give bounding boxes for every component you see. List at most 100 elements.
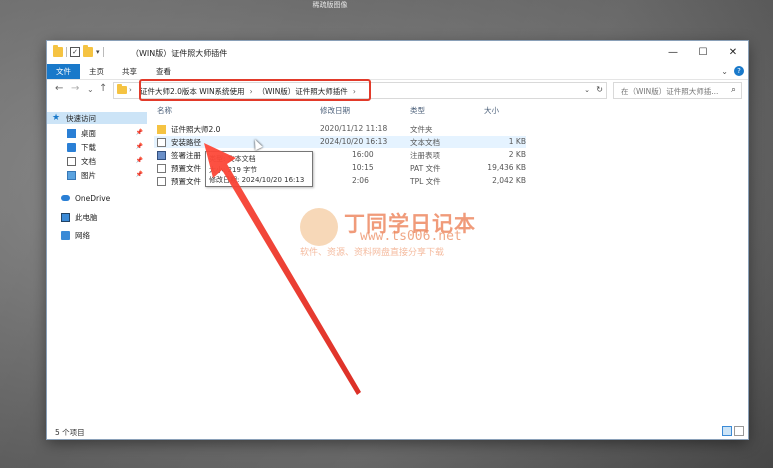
sidebar-item-network[interactable]: 网络 [47,229,147,241]
file-date: 2020/11/12 11:18 [320,124,388,133]
close-button[interactable]: ✕ [718,41,748,63]
watermark: 丁同学日记本 www.ts006.net 软件、资源、资料网盘直接分享下载 [300,208,480,258]
sidebar-item-pictures[interactable]: 图片 📌 [47,169,147,181]
file-tooltip: 类型: 文本文档 大小: 219 字节 修改日期: 2024/10/20 16:… [205,151,313,187]
ribbon-right: ⌄ ? [721,66,744,76]
quick-access-toolbar: ✓ ▾ [53,45,104,58]
maximize-button[interactable]: ☐ [688,41,718,63]
tab-view[interactable]: 查看 [147,64,180,79]
tooltip-type: 类型: 文本文档 [209,155,256,163]
search-input[interactable]: 在（WIN版）证件照大师插... [621,86,721,97]
up-arrow-icon[interactable]: ↑ [99,83,107,94]
file-row[interactable]: 证件照大师2.0 2020/11/12 11:18 文件夹 [154,123,526,135]
tpl-file-icon [157,177,166,186]
pin-icon[interactable]: 📌 [136,129,143,136]
tab-home[interactable]: 主页 [80,64,113,79]
pin-icon[interactable]: 📌 [136,171,143,178]
file-date: 10:15 [352,163,374,172]
help-icon[interactable]: ? [734,66,744,76]
cloud-icon [61,195,70,201]
ribbon: 文件 主页 共享 查看 ⌄ ? [47,64,748,80]
sidebar-item-label: 网络 [75,230,90,240]
window-controls: — ☐ ✕ [658,41,748,63]
file-name: 签署注册 [171,151,201,160]
pin-icon[interactable]: 📌 [136,143,143,150]
file-size: 2,042 KB [492,176,526,185]
file-type: 文本文档 [410,138,440,147]
sidebar-item-label: 下载 [81,142,96,152]
file-type: 文件夹 [410,125,433,134]
tab-share[interactable]: 共享 [113,64,146,79]
file-type: 注册表项 [410,151,440,160]
sidebar-item-documents[interactable]: 文档 📌 [47,155,147,167]
network-icon [61,230,70,240]
expand-ribbon-icon[interactable]: ⌄ [721,67,728,76]
forward-arrow-icon[interactable]: → [71,83,79,94]
file-size: 1 KB [508,137,526,146]
file-row[interactable]: 安装路径 2024/10/20 16:13 文本文档 1 KB [154,136,526,148]
watermark-url: www.ts006.net [360,229,462,244]
column-header-size[interactable]: 大小 [484,105,499,116]
large-icons-view-icon[interactable] [734,426,744,436]
text-file-icon [157,138,166,147]
file-name: 安装路径 [171,138,201,147]
tooltip-size: 大小: 219 字节 [209,165,258,174]
computer-icon [61,212,70,222]
sidebar-item-label: 文档 [81,156,96,166]
sidebar-item-this-pc[interactable]: 此电脑 [47,211,147,223]
window-title: （WIN版）证件照大师插件 [131,49,228,58]
details-view-icon[interactable] [722,426,732,436]
file-type: TPL 文件 [410,177,441,186]
star-icon: ★ [52,112,61,123]
refresh-icon[interactable]: ↻ [596,85,603,94]
file-date: 2:06 [352,176,369,185]
item-count: 5 个项目 [55,428,85,437]
search-box[interactable]: 在（WIN版）证件照大师插... ⌕ [613,82,742,99]
folder-icon [117,84,127,94]
file-date: 16:00 [352,150,374,159]
sidebar-item-downloads[interactable]: 下载 📌 [47,141,147,153]
picture-icon [67,170,76,180]
sidebar-item-label: 快速访问 [66,113,96,123]
navigation-pane: ★ 快速访问 桌面 📌 下载 📌 文档 📌 图片 📌 OneDrive 此电脑 … [47,103,150,423]
back-arrow-icon[interactable]: ← [55,83,63,94]
folder-icon [53,45,63,57]
customize-toolbar-icon[interactable]: ▾ [96,48,100,56]
sidebar-item-label: OneDrive [75,193,111,203]
column-header-type[interactable]: 类型 [410,105,425,116]
pin-icon[interactable]: 📌 [136,157,143,164]
title-bar: ✓ ▾ （WIN版）证件照大师插件 — ☐ ✕ [47,41,748,64]
document-icon [67,156,76,166]
dog-mascot-icon [300,208,338,246]
new-folder-icon[interactable] [83,45,93,57]
file-name: 证件照大师2.0 [171,125,221,134]
tooltip-date: 修改日期: 2024/10/20 16:13 [209,176,305,184]
properties-icon[interactable]: ✓ [70,47,80,57]
sidebar-item-quick-access[interactable]: ★ 快速访问 [47,112,147,124]
annotation-highlight-box [139,79,371,101]
minimize-button[interactable]: — [658,41,688,63]
crumb-separator: › [129,86,132,94]
desktop-icon [67,128,76,138]
file-type: PAT 文件 [410,164,441,173]
recent-locations-icon[interactable]: ⌄ [87,85,94,94]
file-name: 预置文件 [171,164,201,173]
sidebar-item-desktop[interactable]: 桌面 📌 [47,127,147,139]
sidebar-item-label: 此电脑 [75,212,98,222]
folder-icon [157,125,166,134]
column-header-date[interactable]: 修改日期 [320,105,350,116]
watermark-subtitle: 软件、资源、资料网盘直接分享下载 [300,248,445,258]
sidebar-item-label: 图片 [81,170,96,180]
file-size: 2 KB [508,150,526,159]
top-caption: 稀疏版图像 [312,1,348,9]
address-history-dropdown[interactable]: ⌄ [584,86,590,94]
file-size: 19,436 KB [487,163,526,172]
toolbar-divider [102,47,104,57]
status-bar: 5 个项目 [47,423,748,439]
sidebar-item-onedrive[interactable]: OneDrive [47,192,147,204]
file-date: 2024/10/20 16:13 [320,137,388,146]
column-header-name[interactable]: 名称 [157,105,172,116]
search-icon: ⌕ [730,85,736,95]
sidebar-item-label: 桌面 [81,128,96,138]
tab-file[interactable]: 文件 [47,64,80,79]
